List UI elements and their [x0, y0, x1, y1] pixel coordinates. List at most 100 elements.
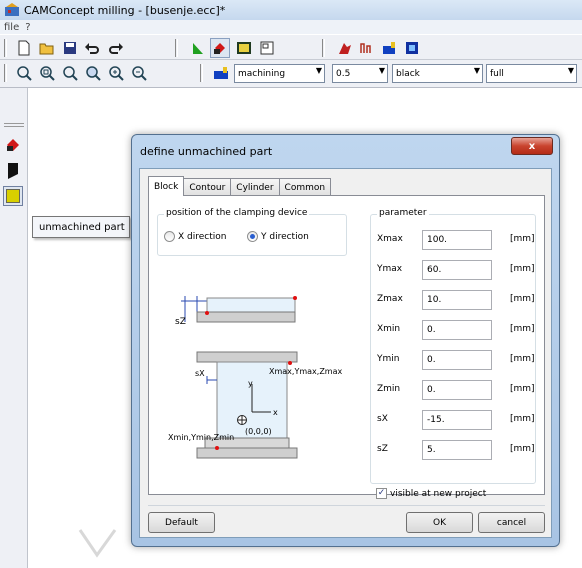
checkmark-icon: ✓ — [376, 488, 387, 499]
zoom-window-icon[interactable] — [37, 63, 57, 83]
toolbar-grip[interactable] — [4, 64, 7, 82]
dialog-title: define unmachined part — [140, 145, 273, 158]
visible-checkbox-label: visible at new project — [390, 488, 487, 499]
unmachined-part-icon[interactable] — [6, 138, 20, 155]
machine-icon[interactable] — [379, 38, 399, 58]
toolpath-icon[interactable] — [188, 38, 208, 58]
menu-bar: file ? — [0, 20, 582, 34]
diagram-axis-y: y — [248, 379, 253, 388]
radio-dot — [250, 234, 255, 239]
x-direction-radio[interactable]: X direction — [164, 231, 226, 242]
default-button-label: Default — [165, 517, 198, 528]
parameter-unit: [mm] — [510, 324, 535, 334]
menu-file[interactable]: file — [4, 22, 19, 33]
clamping-diagram: sZ sX Xmax,Ymax,Zmax y x (0,0,0) Xmin,Ym… — [168, 296, 342, 459]
toolbar-grip[interactable] — [4, 123, 24, 127]
color-select-value: black — [396, 68, 420, 79]
diagram-sz-label: sZ — [175, 317, 186, 327]
view-3d-icon[interactable] — [402, 38, 422, 58]
diagram-sx-label: sX — [195, 369, 205, 378]
mode-select[interactable]: machining ▼ — [234, 64, 325, 83]
clamping-group: position of the clamping device X direct… — [157, 208, 347, 256]
size-select[interactable]: 0.5 ▼ — [332, 64, 388, 83]
parameter-label: Ymin — [377, 354, 400, 364]
tab-cylinder[interactable]: Cylinder — [230, 178, 280, 196]
parameter-input[interactable]: 0. — [422, 380, 492, 400]
chevron-down-icon: ▼ — [378, 66, 385, 75]
parameter-input[interactable]: 0. — [422, 320, 492, 340]
diagram-point — [215, 446, 219, 450]
color-select[interactable]: black ▼ — [392, 64, 483, 83]
parameter-row: Zmax 10. [mm] — [371, 289, 551, 310]
size-select-value: 0.5 — [336, 68, 351, 79]
zoom-extents-icon[interactable] — [83, 63, 103, 83]
zoom-icon[interactable] — [14, 63, 34, 83]
hand-tool-icon[interactable] — [335, 38, 355, 58]
dialog-client: Block Contour Cylinder Common position o… — [139, 168, 552, 538]
toolbar-grip[interactable] — [4, 39, 7, 57]
tab-block[interactable]: Block — [148, 176, 185, 196]
parameter-unit: [mm] — [510, 414, 535, 424]
parameter-label: Ymax — [377, 264, 403, 274]
tab-common[interactable]: Common — [278, 178, 332, 196]
layout-icon[interactable] — [257, 38, 277, 58]
diagram-point — [205, 311, 209, 315]
new-file-icon[interactable] — [14, 38, 34, 58]
diagram-min-label: Xmin,Ymin,Zmin — [168, 433, 234, 442]
parameter-group-label: parameter — [377, 208, 429, 218]
parameter-label: sZ — [377, 444, 388, 454]
save-icon[interactable] — [60, 38, 80, 58]
title-bar: CAMConcept milling - [busenje.ecc]* — [0, 0, 582, 20]
radio-circle — [247, 231, 258, 242]
y-direction-radio[interactable]: Y direction — [247, 231, 309, 242]
view-select[interactable]: full ▼ — [486, 64, 577, 83]
main-toolbar — [0, 34, 582, 60]
x-direction-label: X direction — [178, 231, 227, 242]
parameter-label: Xmin — [377, 324, 401, 334]
toolbar-grip[interactable] — [322, 39, 325, 57]
parameter-row: Ymax 60. [mm] — [371, 259, 551, 280]
parameter-input[interactable]: 0. — [422, 350, 492, 370]
parameter-row: Zmin 0. [mm] — [371, 379, 551, 400]
part-block-icon[interactable] — [3, 186, 23, 206]
close-button[interactable]: x — [511, 137, 553, 155]
y-direction-label: Y direction — [261, 231, 309, 242]
parameter-input[interactable]: 60. — [422, 260, 492, 280]
default-button[interactable]: Default — [148, 512, 215, 533]
menu-help[interactable]: ? — [25, 22, 30, 33]
zoom-in-icon[interactable] — [106, 63, 126, 83]
toolbar-grip[interactable] — [200, 64, 203, 82]
cancel-button[interactable]: cancel — [478, 512, 545, 533]
measure-icon[interactable] — [357, 38, 377, 58]
parameter-input[interactable]: 100. — [422, 230, 492, 250]
ok-button[interactable]: OK — [406, 512, 473, 533]
machine-mode-icon[interactable] — [211, 63, 231, 83]
parameter-unit: [mm] — [510, 294, 535, 304]
close-icon: x — [528, 140, 536, 152]
tab-contour[interactable]: Contour — [183, 178, 232, 196]
unmachined-part-icon[interactable] — [210, 38, 230, 58]
parameter-input[interactable]: 5. — [422, 440, 492, 460]
unmachined-part-dialog: define unmachined part x Block Contour C… — [131, 134, 560, 547]
undo-icon[interactable] — [82, 38, 102, 58]
parameter-unit: [mm] — [510, 384, 535, 394]
zoom-all-icon[interactable] — [60, 63, 80, 83]
clamp-icon[interactable] — [7, 162, 19, 183]
parameter-label: Zmin — [377, 384, 401, 394]
redo-icon[interactable] — [106, 38, 126, 58]
parameter-row: Ymin 0. [mm] — [371, 349, 551, 370]
ok-button-label: OK — [433, 517, 446, 528]
tab-bar: Block Contour Cylinder Common — [148, 176, 332, 196]
parameter-input[interactable]: -15. — [422, 410, 492, 430]
diagram-point — [293, 296, 297, 300]
visible-checkbox[interactable]: ✓ visible at new project — [376, 488, 486, 499]
parameter-input[interactable]: 10. — [422, 290, 492, 310]
parameter-label: Zmax — [377, 294, 403, 304]
simulation-icon[interactable] — [234, 38, 254, 58]
toolbar-grip[interactable] — [175, 39, 178, 57]
diagram-axis-x: x — [273, 408, 278, 417]
zoom-out-icon[interactable] — [129, 63, 149, 83]
cancel-button-label: cancel — [496, 517, 527, 528]
parameter-unit: [mm] — [510, 354, 535, 364]
open-folder-icon[interactable] — [37, 38, 57, 58]
